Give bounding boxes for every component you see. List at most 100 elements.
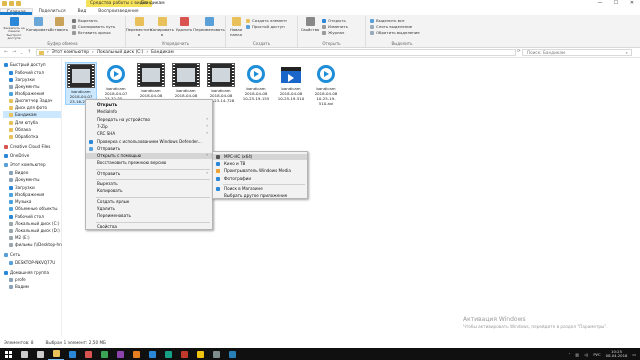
submenu-item[interactable]: Выбрать другое приложение: [213, 193, 307, 199]
select-none-button[interactable]: Снять выделение: [370, 24, 412, 29]
nav-item[interactable]: фильмы (\\Desktop-hn: [3, 241, 62, 248]
menu-item[interactable]: Вырезать: [86, 181, 212, 187]
nav-item[interactable]: Диспетчер Задач: [3, 97, 61, 104]
language-indicator[interactable]: РУС: [593, 352, 600, 357]
submenu-item[interactable]: Кино и ТВ: [213, 161, 307, 167]
submenu-item[interactable]: Проигрыватель Windows Media: [213, 168, 307, 174]
nav-item[interactable]: Облака: [3, 126, 61, 133]
nav-item[interactable]: DESKTOP-NKVQ77U: [3, 259, 61, 266]
app-icon[interactable]: [112, 348, 128, 360]
pin-button[interactable]: Закрепить на панели быстрого доступа: [2, 17, 26, 40]
nav-item[interactable]: Объемные объекты: [3, 205, 61, 212]
task-view-icon[interactable]: [32, 348, 48, 360]
app-icon[interactable]: [128, 348, 144, 360]
new-folder-button[interactable]: Новая папка: [228, 17, 244, 37]
properties-icon[interactable]: [9, 1, 14, 6]
search-input[interactable]: Поиск: Бандикам ⌕: [522, 49, 632, 56]
nav-item[interactable]: Документы: [3, 176, 61, 183]
menu-item[interactable]: Переименовать: [86, 213, 212, 219]
nav-item[interactable]: Загрузки: [3, 76, 61, 83]
navigation-pane[interactable]: Быстрый доступ Рабочий стол Загрузки Докуме…: [0, 58, 62, 336]
start-button[interactable]: [0, 348, 16, 360]
up-arrow-icon[interactable]: ↑: [27, 49, 31, 55]
nav-item[interactable]: Локальный диск (C:): [3, 220, 61, 227]
rename-button[interactable]: Переименовать: [193, 17, 225, 32]
breadcrumb-bandicam[interactable]: Бандикам: [151, 50, 174, 55]
folder-icon[interactable]: [2, 1, 7, 6]
network-icon[interactable]: ▥: [575, 352, 579, 357]
breadcrumb-drive-c[interactable]: Локальный диск (C:): [97, 50, 144, 55]
nav-item[interactable]: Бандикам: [3, 111, 61, 118]
nav-item[interactable]: Изображения: [3, 191, 61, 198]
app-icon[interactable]: [208, 348, 224, 360]
menu-item[interactable]: CRC SHA ›: [86, 131, 212, 137]
nav-item[interactable]: Музыка: [3, 198, 61, 205]
nav-item[interactable]: Видео: [3, 169, 61, 176]
menu-item[interactable]: Создать ярлык: [86, 199, 212, 205]
nav-item[interactable]: Рабочий стол: [3, 69, 61, 76]
paste-shortcut-button[interactable]: Вставить ярлык: [72, 30, 111, 35]
nav-item[interactable]: Этот компьютер: [3, 161, 61, 168]
nav-item[interactable]: Локальный диск (D:): [3, 227, 61, 234]
file-item[interactable]: bandicam2018-04-0800-...: [135, 62, 167, 103]
new-folder-icon[interactable]: [16, 1, 21, 6]
tray-chevron-icon[interactable]: ˄: [568, 352, 570, 357]
app-icon[interactable]: [96, 348, 112, 360]
menu-item[interactable]: Восстановить прежнюю версию: [86, 160, 212, 166]
minimize-button[interactable]: —: [592, 0, 608, 7]
nav-item[interactable]: Creative Cloud Files: [3, 143, 61, 150]
invert-selection-button[interactable]: Обратить выделение: [370, 30, 420, 35]
nav-item[interactable]: Рабочий стол: [3, 213, 61, 220]
menu-item[interactable]: 7-Zip ›: [86, 124, 212, 130]
explorer-icon[interactable]: [48, 348, 64, 360]
maximize-button[interactable]: ☐: [608, 0, 624, 7]
back-arrow-icon[interactable]: ←: [4, 49, 8, 55]
edit-button[interactable]: Изменить: [322, 24, 348, 29]
menu-item[interactable]: Отправить ›: [86, 171, 212, 177]
nav-item[interactable]: Обработка: [3, 133, 61, 140]
recent-chevron-icon[interactable]: ⌄: [20, 50, 23, 55]
menu-item[interactable]: MediaInfo: [86, 109, 212, 115]
file-item[interactable]: bandicam 2018-04-08 10-23-14-728: [205, 62, 237, 103]
file-item[interactable]: bandicam 2018-04-08 10-25-19-510.avi: [310, 62, 342, 106]
menu-item[interactable]: Свойства: [86, 224, 212, 230]
paste-button[interactable]: Вставить: [49, 17, 69, 32]
move-to-button[interactable]: Переместить в: [126, 17, 152, 37]
properties-button[interactable]: Свойства: [300, 17, 320, 32]
menu-item[interactable]: Проверка с использованием Windows Defend…: [86, 139, 212, 145]
copy-to-button[interactable]: Копировать в: [150, 17, 174, 37]
app-icon[interactable]: [144, 348, 160, 360]
tab-share[interactable]: Поделиться: [33, 8, 72, 15]
file-item[interactable]: bandicam2018-04-0723-32-55-...: [100, 62, 132, 101]
tab-view[interactable]: Вид: [72, 8, 93, 15]
volume-icon[interactable]: ◁): [584, 352, 588, 357]
nav-item[interactable]: Сеть: [3, 251, 61, 258]
delete-button[interactable]: Удалить: [174, 17, 194, 32]
nav-item[interactable]: Быстрый доступ: [3, 61, 61, 68]
menu-item[interactable]: Передать на устройство ›: [86, 117, 212, 123]
menu-item[interactable]: Копировать: [86, 188, 212, 194]
nav-item[interactable]: Домашняя группа: [3, 269, 61, 276]
cut-button[interactable]: Вырезать: [72, 18, 98, 23]
nav-item[interactable]: OneDrive: [3, 152, 61, 159]
copy-button[interactable]: Копировать: [26, 17, 50, 32]
tab-playback[interactable]: Воспроизведение: [92, 8, 144, 15]
close-button[interactable]: ✕: [624, 0, 640, 7]
easy-access-button[interactable]: Простой доступ: [246, 24, 285, 29]
nav-item[interactable]: Загрузки: [3, 184, 61, 191]
open-button[interactable]: Открыть: [322, 18, 346, 23]
notifications-icon[interactable]: ▭: [632, 352, 636, 357]
select-all-button[interactable]: Выделить все: [370, 18, 404, 23]
menu-item[interactable]: Удалить: [86, 206, 212, 212]
file-item[interactable]: bandicam 2018-04-08 10-25-19-510: [275, 62, 307, 101]
copy-path-button[interactable]: Скопировать путь: [72, 24, 115, 29]
browser-icon[interactable]: [64, 348, 80, 360]
forward-arrow-icon[interactable]: →: [12, 49, 16, 55]
nav-item[interactable]: Для ютуба: [3, 119, 61, 126]
breadcrumb[interactable]: › Этот компьютер › Локальный диск (C:) ›…: [36, 49, 516, 56]
nav-item[interactable]: M2 (E:): [3, 234, 61, 241]
history-button[interactable]: Журнал: [322, 30, 344, 35]
nav-item[interactable]: Документы: [3, 83, 61, 90]
menu-item[interactable]: Открыть: [86, 102, 212, 108]
new-item-button[interactable]: Создать элемент: [246, 18, 287, 23]
